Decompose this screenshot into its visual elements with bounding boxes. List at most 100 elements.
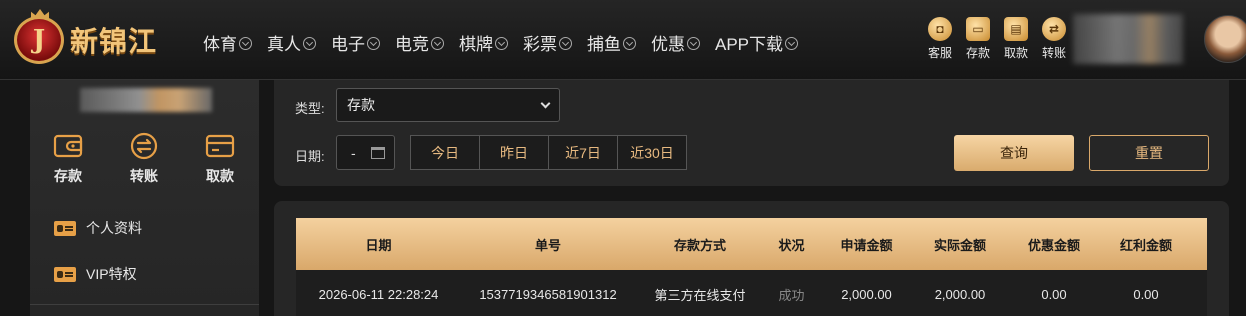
sidebar-deposit-button[interactable]: 存款 xyxy=(30,132,106,186)
nav-label: 捕鱼 xyxy=(587,35,621,54)
chevron-down-icon xyxy=(303,37,316,50)
quick-date-7-days[interactable]: 近7日 xyxy=(548,135,618,170)
divider xyxy=(30,304,259,305)
top-navigation-bar: J 新锦江 体育 真人 电子 电竞 棋牌 彩票 捕鱼 优惠 APP下载 ◘ 客服… xyxy=(0,0,1246,80)
nav-item-fishing[interactable]: 捕鱼 xyxy=(587,30,636,55)
sidebar-item-vip[interactable]: VIP特权 xyxy=(54,264,137,284)
quick-actions: ◘ 客服 ▭ 存款 ▤ 取款 ⇄ 转账 xyxy=(925,17,1069,61)
column-header: 存款方式 xyxy=(673,237,726,253)
crown-emblem-icon: J xyxy=(14,16,64,64)
cell-bonus-amount: 0.00 xyxy=(1133,286,1159,302)
quick-label: 转账 xyxy=(1041,46,1066,60)
chat-icon: ◘ xyxy=(928,17,952,41)
quick-customer-service[interactable]: ◘ 客服 xyxy=(925,17,955,61)
column-header: 单号 xyxy=(534,237,561,253)
sidebar-withdraw-button[interactable]: 取款 xyxy=(182,132,258,186)
deposit-records-table: 日期 单号 存款方式 状况 申请金额 实际金额 优惠金额 红利金额 2026-0… xyxy=(296,218,1207,316)
chevron-down-icon xyxy=(431,37,444,50)
sidebar-actions: 存款 转账 取款 xyxy=(30,132,259,186)
emblem-letter: J xyxy=(32,25,46,55)
avatar[interactable] xyxy=(1204,15,1246,63)
nav-label: APP下载 xyxy=(715,35,784,54)
cell-status: 成功 xyxy=(778,287,805,303)
column-header: 申请金额 xyxy=(840,237,893,253)
sidebar-action-label: 存款 xyxy=(54,168,82,184)
quick-transfer[interactable]: ⇄ 转账 xyxy=(1039,17,1069,61)
sidebar-action-label: 转账 xyxy=(130,168,158,184)
reset-button[interactable]: 重置 xyxy=(1089,135,1209,171)
sidebar-action-label: 取款 xyxy=(206,168,234,184)
column-header: 红利金额 xyxy=(1119,237,1172,253)
cell-requested-amount: 2,000.00 xyxy=(841,286,892,302)
sidebar-item-label: VIP特权 xyxy=(86,266,137,282)
chevron-down-icon xyxy=(559,37,572,50)
cell-order-number: 1537719346581901312 xyxy=(479,286,617,302)
username-blurred xyxy=(1073,14,1183,64)
quick-date-group: 今日 昨日 近7日 近30日 xyxy=(410,135,687,170)
id-card-icon xyxy=(54,220,76,236)
date-label: 日期: xyxy=(295,149,325,164)
date-input-value: - xyxy=(351,144,356,161)
chevron-down-icon xyxy=(239,37,252,50)
account-balance-blurred xyxy=(80,88,212,112)
account-sidebar: 存款 转账 取款 个人资料 VIP特权 xyxy=(30,80,259,316)
brand-name: 新锦江 xyxy=(70,26,158,57)
nav-item-live[interactable]: 真人 xyxy=(267,30,316,55)
nav-item-sports[interactable]: 体育 xyxy=(203,30,252,55)
quick-label: 客服 xyxy=(927,46,952,60)
nav-label: 体育 xyxy=(203,35,237,54)
cell-date: 2026-06-11 22:28:24 xyxy=(318,286,439,302)
wallet-icon: ▭ xyxy=(966,17,990,41)
nav-item-lottery[interactable]: 彩票 xyxy=(523,30,572,55)
withdraw-icon: ▤ xyxy=(1004,17,1028,41)
nav-label: 棋牌 xyxy=(459,35,493,54)
calendar-icon xyxy=(371,147,385,159)
cell-discount-amount: 0.00 xyxy=(1041,286,1067,302)
chevron-down-icon xyxy=(540,98,551,109)
type-select[interactable]: 存款 xyxy=(336,88,560,122)
nav-item-slots[interactable]: 电子 xyxy=(331,30,380,55)
date-range-input[interactable]: - xyxy=(336,135,395,170)
nav-item-cards[interactable]: 棋牌 xyxy=(459,30,508,55)
type-select-value: 存款 xyxy=(347,97,375,113)
brand-logo[interactable]: J 新锦江 xyxy=(14,14,157,66)
nav-item-app-download[interactable]: APP下载 xyxy=(715,30,799,55)
nav-label: 真人 xyxy=(267,35,301,54)
sidebar-item-profile[interactable]: 个人资料 xyxy=(54,218,142,238)
table-row[interactable]: 2026-06-11 22:28:24 1537719346581901312 … xyxy=(296,270,1207,316)
table-header: 日期 单号 存款方式 状况 申请金额 实际金额 优惠金额 红利金额 xyxy=(296,218,1207,270)
sidebar-item-label: 个人资料 xyxy=(86,220,142,236)
chevron-down-icon xyxy=(367,37,380,50)
column-header: 状况 xyxy=(778,237,805,253)
filter-panel: 类型: 存款 日期: - 今日 昨日 近7日 近30日 查询 重置 xyxy=(274,80,1229,186)
column-header: 优惠金额 xyxy=(1027,237,1080,253)
transfer-icon xyxy=(130,132,158,160)
type-label: 类型: xyxy=(295,101,325,116)
chevron-down-icon xyxy=(687,37,700,50)
transfer-icon: ⇄ xyxy=(1042,17,1066,41)
sidebar-transfer-button[interactable]: 转账 xyxy=(106,132,182,186)
column-header: 日期 xyxy=(365,237,392,253)
wallet-icon xyxy=(53,134,83,158)
query-button[interactable]: 查询 xyxy=(954,135,1074,171)
chevron-down-icon xyxy=(623,37,636,50)
quick-date-yesterday[interactable]: 昨日 xyxy=(479,135,549,170)
cell-actual-amount: 2,000.00 xyxy=(934,286,986,302)
nav-item-esports[interactable]: 电竞 xyxy=(395,30,444,55)
quick-label: 存款 xyxy=(965,46,990,60)
quick-deposit[interactable]: ▭ 存款 xyxy=(963,17,993,61)
nav-label: 彩票 xyxy=(523,35,557,54)
nav-item-promotions[interactable]: 优惠 xyxy=(651,30,700,55)
results-panel: 日期 单号 存款方式 状况 申请金额 实际金额 优惠金额 红利金额 2026-0… xyxy=(274,201,1229,316)
nav-label: 优惠 xyxy=(651,35,685,54)
card-icon xyxy=(205,134,235,158)
id-card-icon xyxy=(54,266,76,282)
quick-label: 取款 xyxy=(1003,46,1028,60)
quick-date-30-days[interactable]: 近30日 xyxy=(617,135,687,170)
column-header: 实际金额 xyxy=(933,237,986,253)
chevron-down-icon xyxy=(495,37,508,50)
quick-withdraw[interactable]: ▤ 取款 xyxy=(1001,17,1031,61)
main-nav: 体育 真人 电子 电竞 棋牌 彩票 捕鱼 优惠 APP下载 xyxy=(203,30,813,55)
nav-label: 电子 xyxy=(331,35,365,54)
quick-date-today[interactable]: 今日 xyxy=(410,135,480,170)
